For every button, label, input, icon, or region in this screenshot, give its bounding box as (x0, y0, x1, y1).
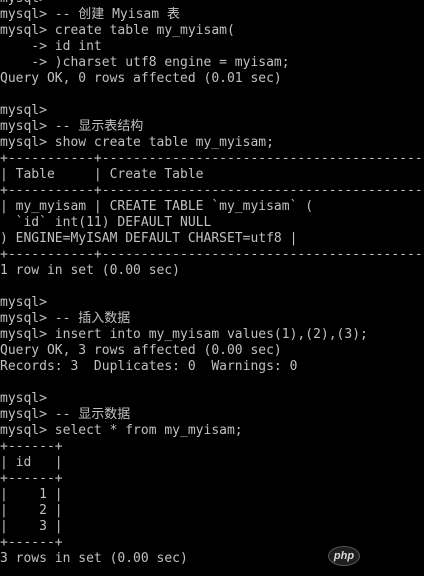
terminal-line: mysql> (0, 391, 47, 406)
terminal-line: -> )charset utf8 engine = myisam; (0, 55, 290, 70)
terminal-line: mysql> show create table my_myisam; (0, 135, 274, 150)
terminal-line: +------+ (0, 471, 63, 486)
terminal-line: mysql> -- 创建 Myisam 表 (0, 7, 180, 22)
terminal-line: mysql> -- 显示数据 (0, 407, 131, 422)
terminal-line: | Table | Create Table (0, 167, 204, 182)
terminal-line: | id | (0, 455, 63, 470)
terminal-line: `id` int(11) DEFAULT NULL (0, 215, 212, 230)
terminal-line: | 1 | (0, 487, 63, 502)
terminal-line: Records: 3 Duplicates: 0 Warnings: 0 (0, 359, 298, 374)
terminal-line: mysql> -- 显示表结构 (0, 119, 144, 134)
terminal-line: 3 rows in set (0.00 sec) (0, 551, 188, 566)
terminal-line: 1 row in set (0.00 sec) (0, 263, 181, 278)
terminal-line: mysql> create table my_myisam( (0, 23, 235, 38)
terminal-output[interactable]: mysql>mysql> -- 创建 Myisam 表mysql> create… (0, 0, 424, 567)
terminal-line: mysql> (0, 103, 47, 118)
terminal-line: mysql> select * from my_myisam; (0, 423, 243, 438)
terminal-line: mysql> -- 插入数据 (0, 311, 131, 326)
terminal-line: | 3 | (0, 519, 63, 534)
terminal-line: -> id int (0, 39, 102, 54)
terminal-line: Query OK, 0 rows affected (0.01 sec) (0, 71, 282, 86)
terminal-line: mysql> (0, 295, 47, 310)
terminal-line: +------+ (0, 439, 63, 454)
watermark-label: php (333, 549, 355, 562)
terminal-line: ) ENGINE=MyISAM DEFAULT CHARSET=utf8 | (0, 231, 298, 246)
terminal-line: +-----------+---------------------------… (0, 151, 424, 166)
terminal-line: | my_myisam | CREATE TABLE `my_myisam` ( (0, 199, 314, 214)
terminal-line: mysql> insert into my_myisam values(1),(… (0, 327, 368, 342)
terminal-line: +-----------+---------------------------… (0, 183, 424, 198)
php-watermark-logo: php (328, 546, 360, 566)
terminal-line: | 2 | (0, 503, 63, 518)
terminal-line: +-----------+---------------------------… (0, 247, 424, 262)
terminal-line: mysql> (0, 0, 424, 7)
terminal-line: Query OK, 3 rows affected (0.00 sec) (0, 343, 282, 358)
terminal-line: +------+ (0, 535, 63, 550)
